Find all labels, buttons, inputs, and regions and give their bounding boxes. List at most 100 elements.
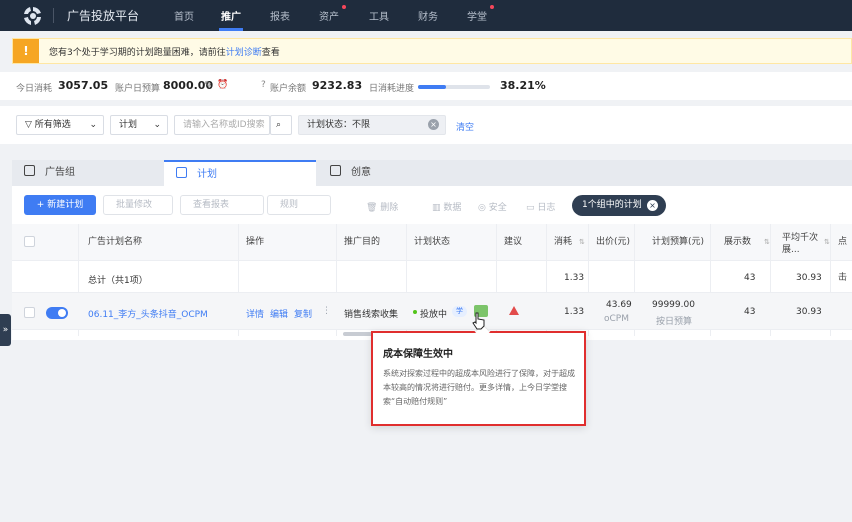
learning-tag[interactable]: 学	[452, 306, 467, 317]
total-label: 总计（共1项）	[88, 276, 148, 286]
delete-button[interactable]: 🗑 删除	[366, 200, 398, 213]
brand-divider	[53, 8, 54, 23]
rules-button[interactable]: 规则	[267, 195, 331, 215]
scope-label: 计划	[119, 120, 138, 130]
data-button[interactable]: ▥ 数据	[432, 200, 461, 213]
view-report-button[interactable]: 查看报表	[180, 195, 264, 215]
log-button[interactable]: ▭ 日志	[526, 200, 555, 213]
document-icon	[330, 165, 341, 176]
daily-budget-label: 账户日预算	[115, 84, 161, 94]
col-clicks[interactable]: 点击	[838, 224, 852, 283]
search-placeholder: 请输入名称或ID搜索	[183, 120, 265, 130]
selection-pill[interactable]: 1个组中的计划 ×	[572, 195, 666, 216]
nav-finance[interactable]: 财务	[418, 8, 438, 23]
security-button[interactable]: ◎ 安全	[478, 200, 507, 213]
folder-icon	[24, 165, 35, 176]
col-bid[interactable]: 出价(元)	[596, 224, 630, 260]
platform-logo-icon[interactable]	[22, 5, 44, 27]
plan-name-link[interactable]: 06.11_李方_头条抖音_OCPM	[88, 307, 208, 320]
top-navigation-bar: 广告投放平台 首页 推广 报表 资产 工具 财务 学堂	[0, 0, 852, 31]
row-divider	[12, 329, 852, 330]
progress-percent: 38.21%	[500, 79, 546, 92]
edit-budget-icon[interactable]: ✎	[204, 80, 212, 91]
col-plan-name[interactable]: 广告计划名称	[88, 224, 142, 260]
notice-text-before: 您有3个处于学习期的计划跑量困难，请前往	[49, 48, 226, 58]
nav-academy[interactable]: 学堂	[467, 8, 487, 23]
all-filters-label: 所有筛选	[34, 120, 71, 130]
col-status: 计划状态	[414, 237, 451, 247]
row-cpm: 30.93	[796, 307, 822, 317]
copy-link[interactable]: 复制	[294, 307, 312, 320]
alarm-clock-icon[interactable]: ⏰	[217, 80, 228, 90]
new-plan-button[interactable]: + 新建计划	[24, 195, 96, 215]
tab-ad-group[interactable]: 广告组	[12, 160, 164, 186]
col-budget[interactable]: 计划预算(元)	[652, 224, 704, 260]
nav-tools[interactable]: 工具	[369, 8, 389, 23]
nav-home[interactable]: 首页	[174, 8, 194, 23]
batch-edit-button[interactable]: 批量修改	[103, 195, 173, 215]
plan-table-panel: + 新建计划 批量修改 查看报表 规则 🗑 删除 ▥ 数据 ◎ 安全 ▭ 日志 …	[12, 186, 852, 340]
filter-bar: ▽ 所有筛选 ⌄ 计划 ⌄ 请输入名称或ID搜索 ⌕ 计划状态：不限 × 清空	[0, 106, 852, 144]
log-label: 日志	[537, 203, 556, 213]
daily-progress-fill	[418, 85, 446, 89]
tab-plan[interactable]: 计划	[164, 160, 316, 186]
nav-promotion[interactable]: 推广	[221, 8, 241, 23]
shield-icon: ◎	[478, 203, 489, 213]
select-all-checkbox[interactable]	[24, 236, 35, 247]
col-cpm[interactable]: 平均千次展...	[782, 232, 822, 268]
col-suggestion: 建议	[504, 237, 523, 247]
row-cost: 1.33	[564, 307, 585, 317]
tab-creative-label: 创意	[351, 167, 371, 178]
row-bid: 43.69	[606, 300, 632, 310]
rules-label: 规则	[280, 200, 299, 210]
row-checkbox[interactable]	[24, 307, 35, 318]
close-icon[interactable]: ×	[647, 200, 658, 211]
plan-status-select[interactable]: 计划状态：不限 ×	[298, 115, 446, 135]
sort-icon[interactable]: ⇅	[824, 238, 830, 246]
cost-guarantee-tooltip: 成本保障生效中 系统对探索过程中的超成本风险进行了保障，对于超成本较高的情况将进…	[371, 331, 586, 426]
side-expand-handle[interactable]: »	[0, 314, 11, 346]
sort-icon[interactable]: ⇅	[579, 238, 585, 246]
purpose-value: 销售线索收集	[344, 310, 399, 320]
notice-text-after: 查看	[261, 48, 280, 58]
plan-status-value: 计划状态：不限	[307, 120, 371, 130]
row-impressions: 43	[744, 307, 756, 317]
level-tabs: 广告组 计划 创意	[12, 160, 852, 186]
edit-link[interactable]: 编辑	[270, 307, 288, 320]
search-button[interactable]: ⌕	[270, 115, 292, 135]
daily-progress-bar	[418, 85, 490, 89]
help-circle-icon[interactable]: ?	[261, 80, 266, 90]
scope-select[interactable]: 计划 ⌄	[110, 115, 168, 135]
platform-title: 广告投放平台	[67, 9, 140, 23]
today-cost-label: 今日消耗	[16, 84, 53, 94]
clear-status-icon[interactable]: ×	[428, 119, 439, 130]
row-divider	[12, 260, 852, 261]
row-budget: 99999.00	[652, 300, 695, 310]
total-cost: 1.33	[564, 273, 585, 283]
plan-toggle-switch[interactable]	[46, 307, 68, 319]
progress-label: 日消耗进度	[369, 84, 415, 94]
chevron-down-icon: ⌄	[89, 120, 97, 130]
col-cost[interactable]: 消耗	[554, 224, 572, 260]
details-link[interactable]: 详情	[246, 307, 264, 320]
bar-chart-icon: ▥	[432, 203, 444, 213]
col-actions: 操作	[246, 237, 265, 247]
plan-diagnosis-link[interactable]: 计划诊断	[226, 48, 262, 58]
clear-filters-link[interactable]: 清空	[456, 120, 474, 133]
nav-assets-badge	[342, 5, 346, 9]
nav-assets[interactable]: 资产	[319, 8, 339, 23]
search-input[interactable]: 请输入名称或ID搜索	[174, 115, 270, 135]
more-actions-icon[interactable]: ⋮	[322, 306, 331, 316]
warning-icon[interactable]	[509, 306, 519, 315]
hand-cursor-icon	[472, 312, 485, 330]
tab-creative[interactable]: 创意	[330, 160, 482, 186]
status-dot-icon	[413, 310, 417, 314]
col-impressions[interactable]: 展示数	[724, 224, 751, 260]
active-nav-indicator	[219, 28, 243, 31]
search-icon: ⌕	[276, 120, 282, 130]
nav-reports[interactable]: 报表	[270, 8, 290, 23]
row-budget-type: 按日预算	[656, 317, 693, 327]
all-filters-dropdown[interactable]: ▽ 所有筛选 ⌄	[16, 115, 104, 135]
total-cpm: 30.93	[796, 273, 822, 283]
sort-icon[interactable]: ⇅	[764, 238, 770, 246]
